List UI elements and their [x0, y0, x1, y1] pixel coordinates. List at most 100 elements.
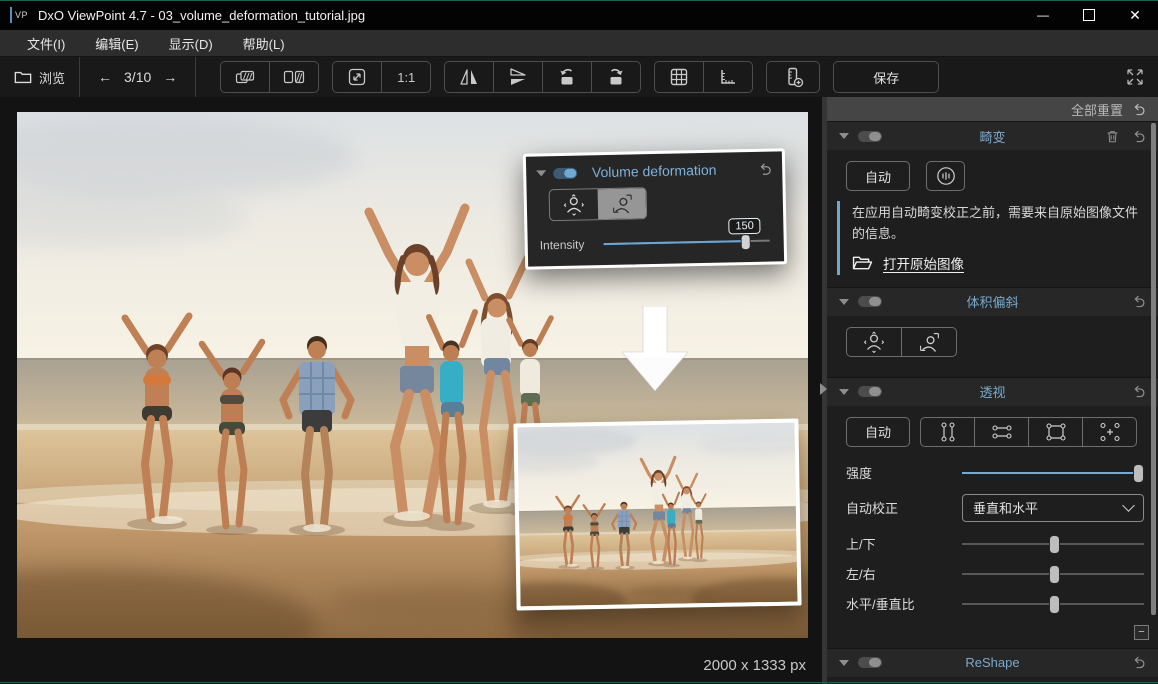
- volume-panel-header: 体积偏斜: [827, 287, 1158, 316]
- distortion-auto-button[interactable]: 自动: [846, 161, 910, 191]
- compare-group: [220, 61, 319, 93]
- rotate-left-icon: [556, 66, 578, 88]
- intensity-slider-knob[interactable]: [1133, 464, 1144, 483]
- grid-button[interactable]: [655, 62, 703, 92]
- person-front-icon: [563, 193, 585, 215]
- reshape-toggle[interactable]: [858, 657, 882, 668]
- image-area: Volume deformation Intensity 150: [0, 97, 822, 684]
- overlay-mode-buttons: [549, 187, 648, 221]
- auto-correct-dropdown[interactable]: 垂直和水平: [962, 494, 1144, 522]
- zoom-group: 1:1: [332, 61, 431, 93]
- rectangle-tool-button[interactable]: [1028, 418, 1082, 446]
- next-image-button[interactable]: →: [163, 69, 177, 85]
- fit-screen-button[interactable]: [333, 62, 381, 92]
- menu-help[interactable]: 帮助(L): [228, 34, 300, 53]
- nav-position: 3/10: [124, 69, 151, 85]
- perspective-toggle[interactable]: [858, 386, 882, 397]
- orientation-group: [444, 61, 641, 93]
- left-right-slider-knob[interactable]: [1049, 565, 1060, 584]
- split-view-button[interactable]: [269, 62, 318, 92]
- overlay-intensity-value: 150: [728, 218, 761, 235]
- chevron-down-icon: [536, 170, 546, 176]
- distortion-toggle[interactable]: [858, 131, 882, 142]
- left-right-label: 左/右: [846, 564, 962, 583]
- measure-settings-button[interactable]: [767, 62, 819, 92]
- up-down-slider-knob[interactable]: [1049, 535, 1060, 554]
- sidebar-scrollbar[interactable]: [1151, 123, 1156, 615]
- volume-toggle[interactable]: [858, 296, 882, 307]
- trash-icon[interactable]: [1105, 129, 1120, 144]
- left-right-row: 左/右: [827, 561, 1158, 587]
- rectangle-points-icon: [1044, 421, 1068, 443]
- photo-canvas[interactable]: Volume deformation Intensity 150: [17, 112, 808, 638]
- browse-button[interactable]: 浏览: [0, 68, 79, 87]
- reset-all-button[interactable]: 全部重置: [827, 97, 1158, 121]
- chevron-down-icon[interactable]: [839, 389, 849, 395]
- overlay-intensity-label: Intensity: [540, 237, 604, 252]
- undo-icon[interactable]: [1131, 129, 1146, 144]
- maximize-button[interactable]: [1066, 0, 1112, 30]
- perspective-panel-body: 自动 强度 自动校正 垂直和水平: [827, 417, 1158, 640]
- minimize-button[interactable]: —: [1020, 0, 1066, 30]
- open-original-button[interactable]: 打开原始图像: [852, 253, 1144, 273]
- menu-file[interactable]: 文件(I): [12, 34, 80, 53]
- measure-group: [766, 61, 820, 93]
- lens-profile-button[interactable]: [926, 161, 965, 191]
- lens-distortion-icon: [935, 165, 957, 187]
- rotate-left-button[interactable]: [542, 62, 591, 92]
- intensity-row: 强度: [827, 459, 1158, 487]
- fullscreen-icon: [1126, 68, 1144, 86]
- person-diagonal-icon: [611, 192, 633, 214]
- hv-ratio-slider-knob[interactable]: [1049, 595, 1060, 614]
- force-vertical-button[interactable]: [921, 418, 974, 446]
- eight-points-button[interactable]: [1082, 418, 1136, 446]
- diagonal-mode-button[interactable]: [901, 328, 956, 356]
- window-title: DxO ViewPoint 4.7 - 03_volume_deformatio…: [38, 8, 365, 23]
- undo-icon[interactable]: [1131, 294, 1146, 309]
- folder-open-icon: [852, 255, 873, 271]
- menu-edit[interactable]: 编辑(E): [80, 34, 153, 53]
- chevron-down-icon[interactable]: [839, 133, 849, 139]
- up-down-slider[interactable]: [962, 535, 1144, 553]
- flip-vertical-button[interactable]: [493, 62, 542, 92]
- collapse-sidebar-icon[interactable]: [820, 383, 827, 395]
- person-diagonal-icon: [918, 331, 940, 353]
- undo-icon[interactable]: [1131, 384, 1146, 399]
- compare-icon: [235, 70, 255, 84]
- overlay-toggle-switch: [553, 167, 577, 179]
- title-bar: VP DxO ViewPoint 4.7 - 03_volume_deforma…: [0, 0, 1158, 30]
- collapse-button[interactable]: −: [1134, 625, 1149, 640]
- chevron-down-icon[interactable]: [839, 660, 849, 666]
- logo-text: VP: [15, 10, 28, 20]
- overlay-intensity-row: Intensity 150: [527, 216, 784, 266]
- hv-ratio-slider[interactable]: [962, 595, 1144, 613]
- intensity-slider[interactable]: [962, 464, 1144, 482]
- perspective-auto-button[interactable]: 自动: [846, 417, 910, 447]
- auto-correct-value: 垂直和水平: [973, 498, 1124, 517]
- prev-image-button[interactable]: ←: [98, 69, 112, 85]
- actual-size-button[interactable]: 1:1: [381, 62, 430, 92]
- spherical-mode-button[interactable]: [847, 328, 901, 356]
- distortion-info-text: 在应用自动畸变校正之前，需要来自原始图像文件的信息。: [852, 203, 1144, 245]
- split-view-icon: [283, 70, 305, 84]
- points-plus-icon: [1098, 421, 1122, 443]
- close-button[interactable]: ✕: [1112, 0, 1158, 30]
- fullscreen-button[interactable]: [1126, 68, 1144, 86]
- ruler-button[interactable]: [703, 62, 752, 92]
- spherical-mode-button: [550, 189, 599, 220]
- rotate-right-button[interactable]: [591, 62, 640, 92]
- undo-icon: [757, 161, 772, 176]
- save-button[interactable]: 保存: [833, 61, 939, 93]
- force-horizontal-button[interactable]: [974, 418, 1028, 446]
- overlay-intensity-slider: 150: [604, 233, 770, 252]
- volume-deformation-overlay-panel: Volume deformation Intensity 150: [523, 148, 787, 269]
- perspective-tool-buttons: [920, 417, 1137, 447]
- undo-icon[interactable]: [1131, 655, 1146, 670]
- left-right-slider[interactable]: [962, 565, 1144, 583]
- menu-view[interactable]: 显示(D): [154, 34, 228, 53]
- image-dimensions: 2000 x 1333 px: [703, 657, 806, 674]
- chevron-down-icon[interactable]: [839, 299, 849, 305]
- down-arrow-graphic: [622, 306, 688, 391]
- flip-horizontal-button[interactable]: [445, 62, 493, 92]
- compare-button[interactable]: [221, 62, 269, 92]
